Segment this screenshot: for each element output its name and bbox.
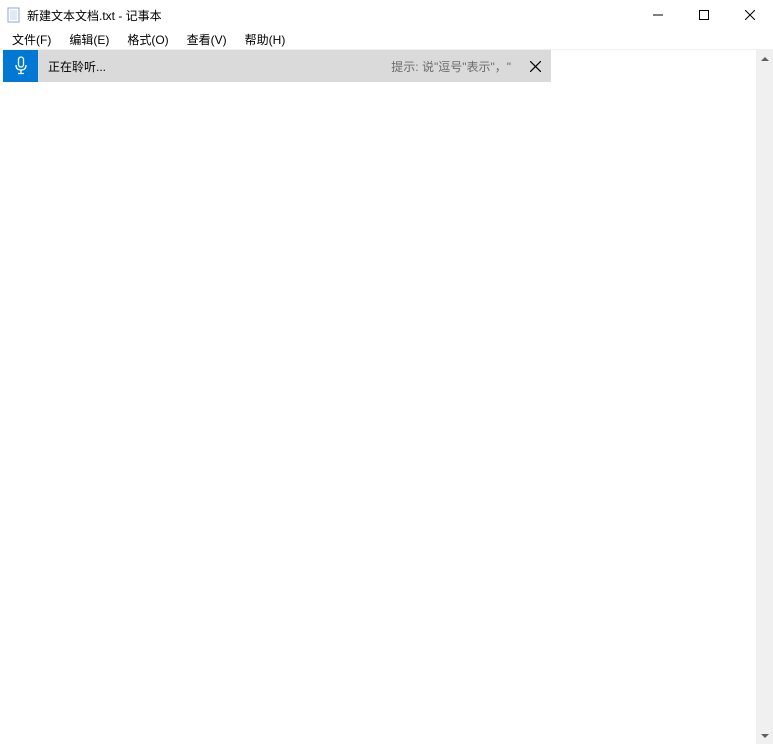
menu-edit[interactable]: 编辑(E) [61, 29, 117, 50]
maximize-button[interactable] [681, 0, 727, 30]
microphone-button[interactable] [3, 50, 38, 82]
dictation-bar: 正在聆听... 提示: 说"逗号"表示"，" [3, 50, 551, 82]
notepad-icon [6, 7, 22, 23]
menu-file[interactable]: 文件(F) [4, 29, 59, 50]
text-editor[interactable] [0, 50, 756, 744]
microphone-icon [13, 56, 29, 76]
close-button[interactable] [727, 0, 773, 30]
window-title: 新建文本文档.txt - 记事本 [27, 7, 162, 24]
content-area [0, 50, 773, 744]
scroll-down-arrow[interactable] [756, 727, 773, 744]
menu-help[interactable]: 帮助(H) [237, 29, 294, 50]
titlebar-left: 新建文本文档.txt - 记事本 [6, 7, 162, 24]
dictation-hint-text: 提示: 说"逗号"表示"，" [391, 58, 519, 75]
menu-view[interactable]: 查看(V) [179, 29, 235, 50]
scroll-up-arrow[interactable] [756, 50, 773, 67]
titlebar: 新建文本文档.txt - 记事本 [0, 0, 773, 30]
menu-format[interactable]: 格式(O) [119, 29, 176, 50]
dictation-close-button[interactable] [519, 50, 551, 82]
dictation-status-text: 正在聆听... [38, 58, 391, 75]
close-icon [530, 61, 541, 72]
menubar: 文件(F) 编辑(E) 格式(O) 查看(V) 帮助(H) [0, 30, 773, 50]
vertical-scrollbar[interactable] [756, 50, 773, 744]
minimize-button[interactable] [635, 0, 681, 30]
window-controls [635, 0, 773, 30]
